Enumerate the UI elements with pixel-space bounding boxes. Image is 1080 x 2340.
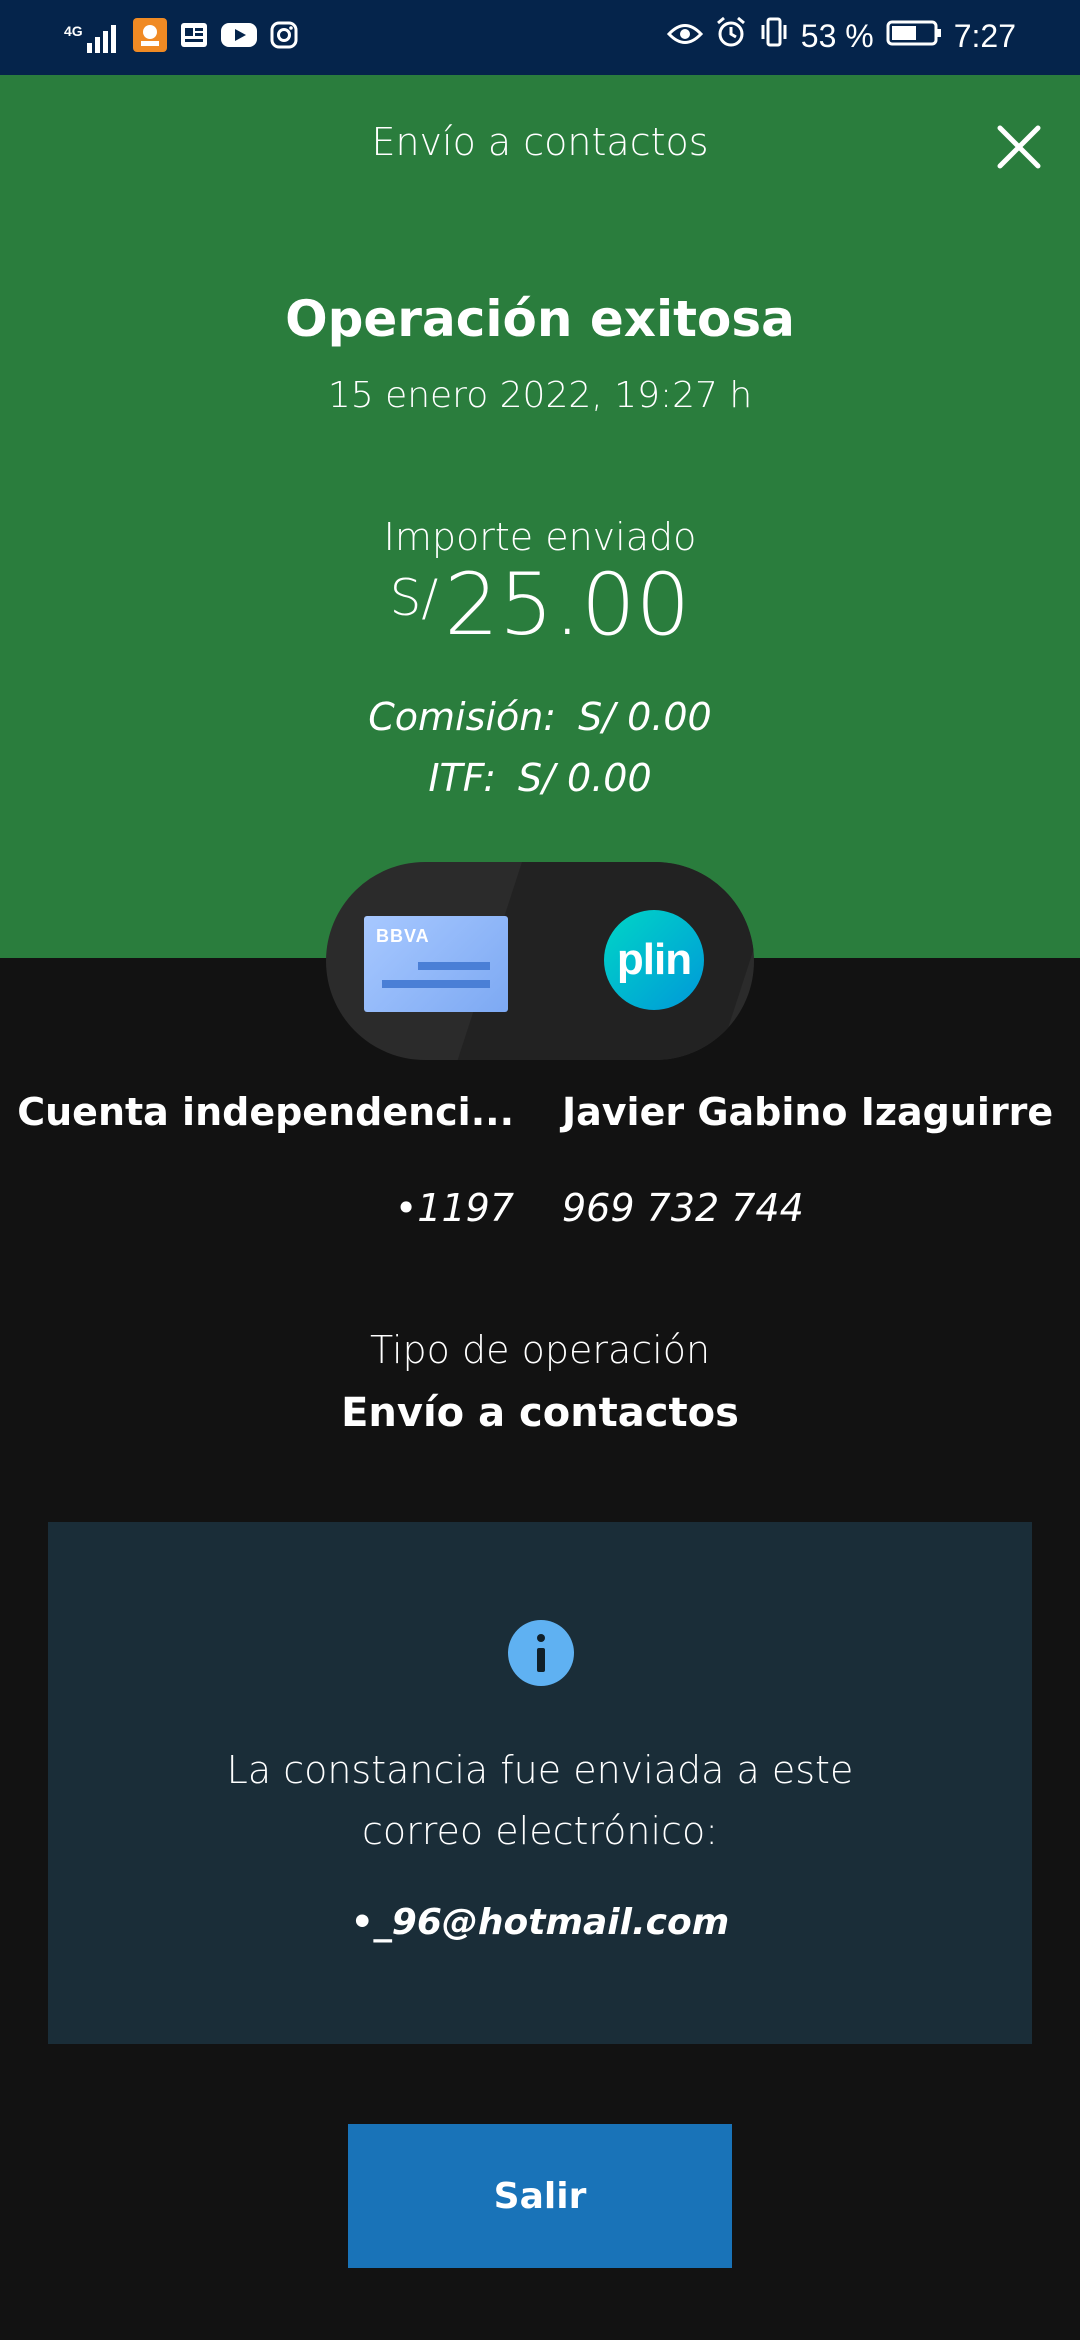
close-button[interactable] xyxy=(992,120,1046,174)
commission-label: Comisión: xyxy=(368,695,557,739)
itf-value: S/ 0.00 xyxy=(518,756,652,800)
commission-value: S/ 0.00 xyxy=(578,695,712,739)
battery-percent: 53 % xyxy=(800,17,874,54)
amount-label: Importe enviado xyxy=(383,515,697,559)
status-bar: 4G 53 % 7:27 xyxy=(0,0,1080,75)
bbva-logo: BBVA xyxy=(376,926,430,946)
info-icon xyxy=(508,1620,574,1686)
operation-title: Operación exitosa xyxy=(285,290,795,348)
status-bar-left: 4G xyxy=(64,18,299,57)
operation-type-value: Envío a contactos xyxy=(341,1390,739,1436)
destination-name: Javier Gabino Izaguirre xyxy=(562,1090,1054,1134)
transfer-pill: BBVA plin xyxy=(326,862,754,1060)
plin-logo-text: plin xyxy=(616,935,692,984)
success-header: Envío a contactos Operación exitosa 15 e… xyxy=(0,75,1080,958)
clock: 7:27 xyxy=(953,17,1016,54)
instagram-icon xyxy=(269,20,299,55)
operation-type-label: Tipo de operación xyxy=(369,1328,711,1372)
source-account-name: Cuenta independenci... xyxy=(17,1090,514,1134)
signal-icon: 4G xyxy=(64,23,121,53)
receipt-message: La constancia fue enviada a este correo … xyxy=(226,1748,854,1853)
source-account-number: •1197 xyxy=(394,1186,514,1230)
close-icon xyxy=(997,125,1041,169)
destination-phone: 969 732 744 xyxy=(562,1186,804,1230)
itf-line: ITF: S/ 0.00 xyxy=(0,756,1080,800)
page-title: Envío a contactos xyxy=(371,120,709,164)
status-bar-right: 53 % 7:27 xyxy=(666,16,1016,56)
alarm-icon xyxy=(715,16,747,56)
battery-icon xyxy=(886,18,942,55)
eye-icon xyxy=(666,18,703,55)
operation-date: 15 enero 2022, 19:27 h xyxy=(327,375,753,416)
amount-value: 25.00 xyxy=(444,555,691,655)
receipt-email: •_96@hotmail.com xyxy=(350,1902,730,1943)
commission-line: Comisión: S/ 0.00 xyxy=(0,695,1080,739)
youtube-icon xyxy=(220,21,257,54)
currency-symbol: S/ xyxy=(389,569,439,627)
app-notification-icon xyxy=(132,18,167,57)
news-icon xyxy=(179,20,209,55)
network-type: 4G xyxy=(64,22,83,39)
bbva-card-icon: BBVA xyxy=(364,916,508,1012)
vibrate-icon xyxy=(759,16,789,56)
receipt-info-box: La constancia fue enviada a este correo … xyxy=(48,1522,1032,2044)
exit-button[interactable]: Salir xyxy=(348,2124,732,2268)
amount-sent: S/25.00 xyxy=(0,555,1080,655)
itf-label: ITF: xyxy=(428,756,497,800)
plin-logo-icon: plin xyxy=(604,910,704,1010)
